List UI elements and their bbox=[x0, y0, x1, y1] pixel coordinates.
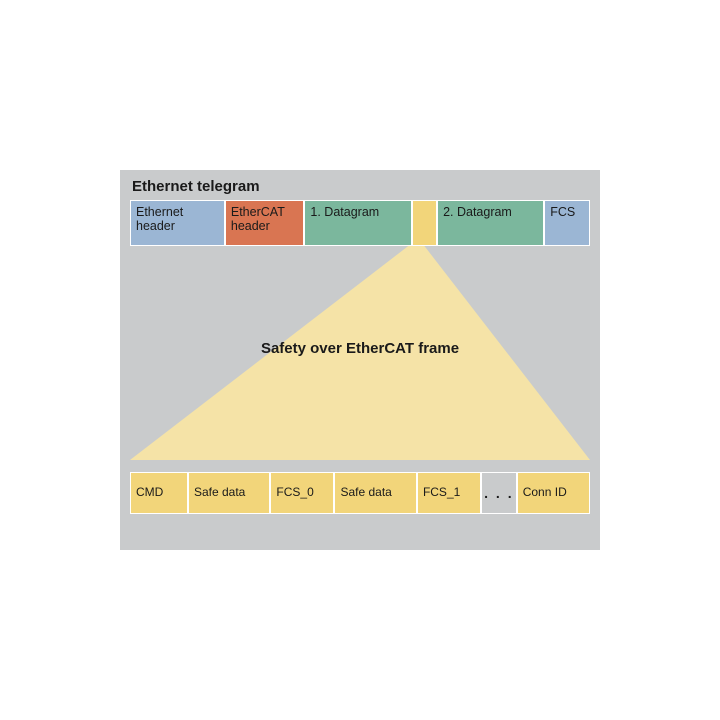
frame-field: Ethernet header bbox=[130, 200, 225, 246]
frame-field: FCS_0 bbox=[270, 472, 334, 514]
frame-field: Conn ID bbox=[517, 472, 590, 514]
frame-field bbox=[412, 200, 438, 246]
top-title: Ethernet telegram bbox=[132, 178, 260, 195]
frame-field: Safe data bbox=[334, 472, 416, 514]
safety-frame-label: Safety over EtherCAT frame bbox=[120, 340, 600, 357]
safety-frame-row: CMDSafe dataFCS_0Safe dataFCS_1. . .Conn… bbox=[130, 472, 590, 514]
frame-field: 2. Datagram bbox=[437, 200, 544, 246]
frame-field: EtherCAT header bbox=[225, 200, 305, 246]
diagram-canvas: Ethernet telegram Ethernet headerEtherCA… bbox=[120, 170, 600, 550]
ethernet-telegram-row: Ethernet headerEtherCAT header1. Datagra… bbox=[130, 200, 590, 246]
frame-field: FCS bbox=[544, 200, 590, 246]
frame-field: FCS_1 bbox=[417, 472, 481, 514]
ellipsis-cell: . . . bbox=[481, 472, 517, 514]
frame-field: Safe data bbox=[188, 472, 270, 514]
frame-field: CMD bbox=[130, 472, 188, 514]
frame-field: 1. Datagram bbox=[304, 200, 411, 246]
